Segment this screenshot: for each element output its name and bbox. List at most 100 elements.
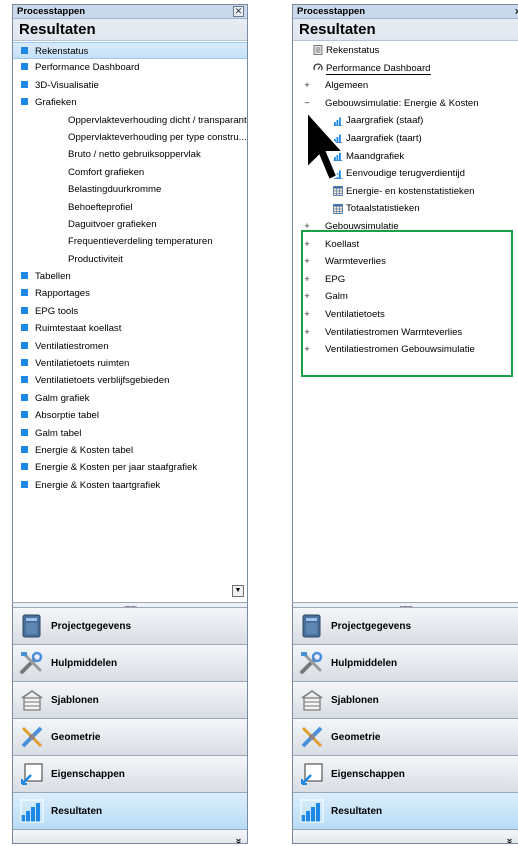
tree-item-label: Behoefteprofiel bbox=[68, 201, 133, 213]
tree-item-label: Performance Dashboard bbox=[326, 62, 431, 75]
panel-title: Processtappen bbox=[17, 6, 86, 17]
scroll-down-button[interactable]: ▼ bbox=[232, 585, 244, 597]
tree-item-label: Eenvoudige terugverdientijd bbox=[346, 168, 465, 180]
tree-item-label: EPG tools bbox=[35, 305, 79, 317]
tree-item-label: Absorptie tabel bbox=[35, 410, 99, 422]
tree-item-label: Energie & Kosten taartgrafiek bbox=[35, 479, 161, 491]
nav-eigenschappen[interactable]: Eigenschappen bbox=[293, 755, 518, 792]
tools-icon bbox=[299, 650, 325, 676]
tree-item-label: Rekenstatus bbox=[35, 46, 89, 57]
tree-item-label: Galm grafiek bbox=[35, 392, 90, 404]
tools-icon bbox=[19, 650, 45, 676]
tree-item-totaalstatistieken[interactable]: Totaalstatistieken bbox=[293, 200, 518, 218]
tree-item-ventilatietoets-ruimten[interactable]: Ventilatietoets ruimten bbox=[13, 355, 247, 372]
tree-item-oppervlakteverhouding-dicht-transparant[interactable]: Oppervlakteverhouding dicht / transparan… bbox=[13, 112, 247, 129]
section-title: Resultaten bbox=[13, 19, 247, 41]
mouse-cursor-icon bbox=[306, 110, 345, 182]
tree-item-label: Galm tabel bbox=[35, 427, 82, 439]
nav-eigenschappen[interactable]: Eigenschappen bbox=[13, 755, 247, 792]
nav-label: Resultaten bbox=[331, 805, 383, 817]
tree-item-rapportages[interactable]: Rapportages bbox=[13, 285, 247, 302]
tree-item-energie-en-kostenstatistieken[interactable]: Energie- en kostenstatistieken bbox=[293, 183, 518, 201]
tree-item-energie-kosten-tabel[interactable]: Energie & Kosten tabel bbox=[13, 442, 247, 459]
process-nav: Projectgegevens Hulpmiddelen Sjablonen Geom… bbox=[13, 607, 247, 843]
tree-item-3d-visualisatie[interactable]: 3D-Visualisatie bbox=[13, 77, 247, 94]
tree-item-label: 3D-Visualisatie bbox=[35, 79, 99, 91]
tree-item-belastingduurkromme[interactable]: Belastingduurkromme bbox=[13, 181, 247, 198]
nav-hulpmiddelen[interactable]: Hulpmiddelen bbox=[293, 644, 518, 681]
section-title: Resultaten bbox=[293, 19, 518, 41]
geometry-icon bbox=[299, 724, 325, 750]
tree-item-daguitvoer-grafieken[interactable]: Daguitvoer grafieken bbox=[13, 216, 247, 233]
tree-item-behoefteprofiel[interactable]: Behoefteprofiel bbox=[13, 199, 247, 216]
tree-item-grafieken[interactable]: Grafieken bbox=[13, 94, 247, 111]
square-bullet-icon bbox=[21, 63, 28, 71]
nav-projectgegevens[interactable]: Projectgegevens bbox=[293, 607, 518, 644]
tree-item-absorptie-tabel[interactable]: Absorptie tabel bbox=[13, 407, 247, 424]
nav-sjablonen[interactable]: Sjablonen bbox=[293, 681, 518, 718]
nav-geometrie[interactable]: Geometrie bbox=[293, 718, 518, 755]
tree-item-energie-kosten-taartgrafiek[interactable]: Energie & Kosten taartgrafiek bbox=[13, 477, 247, 494]
tree-item-label: Rapportages bbox=[35, 288, 90, 300]
tree-item-galm-grafiek[interactable]: Galm grafiek bbox=[13, 390, 247, 407]
nav-label: Hulpmiddelen bbox=[51, 657, 118, 669]
geometry-icon bbox=[19, 724, 45, 750]
process-nav: Projectgegevens Hulpmiddelen Sjablonen Geom… bbox=[293, 607, 518, 843]
tree-item-rekenstatus[interactable]: Rekenstatus bbox=[13, 42, 247, 60]
nav-overflow-bar: » bbox=[293, 829, 518, 843]
tree-item-epg-tools[interactable]: EPG tools bbox=[13, 303, 247, 320]
project-data-icon bbox=[19, 613, 45, 639]
square-bullet-icon bbox=[21, 411, 28, 419]
tree-item-label: Energie- en kostenstatistieken bbox=[346, 185, 475, 197]
tree-item-performance-dashboard[interactable]: Performance Dashboard bbox=[13, 59, 247, 76]
chevron-double-down-icon[interactable]: » bbox=[233, 838, 244, 843]
tree-item-label: Productiviteit bbox=[68, 253, 123, 265]
tree-item-label: Belastingduurkromme bbox=[68, 184, 162, 196]
tree-item-algemeen[interactable]: + Algemeen bbox=[293, 77, 518, 95]
nav-geometrie[interactable]: Geometrie bbox=[13, 718, 247, 755]
nav-label: Eigenschappen bbox=[51, 768, 125, 780]
square-bullet-icon bbox=[21, 80, 28, 88]
tree-item-frequentieverdeling-temperaturen[interactable]: Frequentieverdeling temperaturen bbox=[13, 233, 247, 250]
tree-item-label: Grafieken bbox=[35, 97, 77, 109]
chevron-double-down-icon[interactable]: » bbox=[504, 838, 515, 843]
nav-hulpmiddelen[interactable]: Hulpmiddelen bbox=[13, 644, 247, 681]
nav-label: Resultaten bbox=[51, 805, 103, 817]
nav-projectgegevens[interactable]: Projectgegevens bbox=[13, 607, 247, 644]
results-icon bbox=[19, 798, 45, 824]
tree-item-oppervlakteverhouding-per-type-constru[interactable]: Oppervlakteverhouding per type constru..… bbox=[13, 129, 247, 146]
tree-item-ruimtestaat-koellast[interactable]: Ruimtestaat koellast bbox=[13, 320, 247, 337]
nav-resultaten[interactable]: Resultaten bbox=[293, 792, 518, 829]
tree-item-label: Energie & Kosten tabel bbox=[35, 444, 134, 456]
tree-item-rekenstatus[interactable]: Rekenstatus bbox=[293, 42, 518, 60]
nav-resultaten[interactable]: Resultaten bbox=[13, 792, 247, 829]
close-icon[interactable]: ✕ bbox=[233, 6, 244, 17]
nav-label: Geometrie bbox=[331, 731, 381, 743]
nav-sjablonen[interactable]: Sjablonen bbox=[13, 681, 247, 718]
tree-item-label: Ventilatiestromen bbox=[35, 340, 109, 352]
tree-item-comfort-grafieken[interactable]: Comfort grafieken bbox=[13, 164, 247, 181]
nav-label: Projectgegevens bbox=[51, 620, 132, 632]
tree-item-tabellen[interactable]: Tabellen bbox=[13, 268, 247, 285]
tree-item-label: Ventilatietoets ruimten bbox=[35, 358, 130, 370]
tree-item-galm-tabel[interactable]: Galm tabel bbox=[13, 425, 247, 442]
tree-item-ventilatietoets-verblijfsgebieden[interactable]: Ventilatietoets verblijfsgebieden bbox=[13, 372, 247, 389]
tree-item-performance-dashboard[interactable]: Performance Dashboard bbox=[293, 60, 518, 78]
square-bullet-icon bbox=[21, 393, 28, 401]
tree-item-label: Frequentieverdeling temperaturen bbox=[68, 236, 213, 248]
tree-item-label: Bruto / netto gebruiksoppervlak bbox=[68, 149, 201, 161]
tree-item-label: Jaargrafiek (staaf) bbox=[346, 115, 424, 127]
tree-item-label: Daguitvoer grafieken bbox=[68, 218, 157, 230]
square-bullet-icon bbox=[21, 480, 28, 488]
tree-item-bruto-netto-gebruiksoppervlak[interactable]: Bruto / netto gebruiksoppervlak bbox=[13, 146, 247, 163]
left-process-panel: Processtappen ✕ Resultaten Rekenstatus Pe… bbox=[12, 4, 248, 844]
tree-item-ventilatiestromen[interactable]: Ventilatiestromen bbox=[13, 338, 247, 355]
tree-item-productiviteit[interactable]: Productiviteit bbox=[13, 251, 247, 268]
panel-title: Processtappen bbox=[297, 6, 366, 17]
square-bullet-icon bbox=[21, 341, 28, 349]
tree-item-label: Ruimtestaat koellast bbox=[35, 323, 122, 335]
project-data-icon bbox=[299, 613, 325, 639]
tree-item-energie-kosten-per-jaar-staafgrafiek[interactable]: Energie & Kosten per jaar staafgrafiek bbox=[13, 459, 247, 476]
expand-icon[interactable]: + bbox=[301, 77, 313, 95]
nav-label: Sjablonen bbox=[331, 694, 379, 706]
